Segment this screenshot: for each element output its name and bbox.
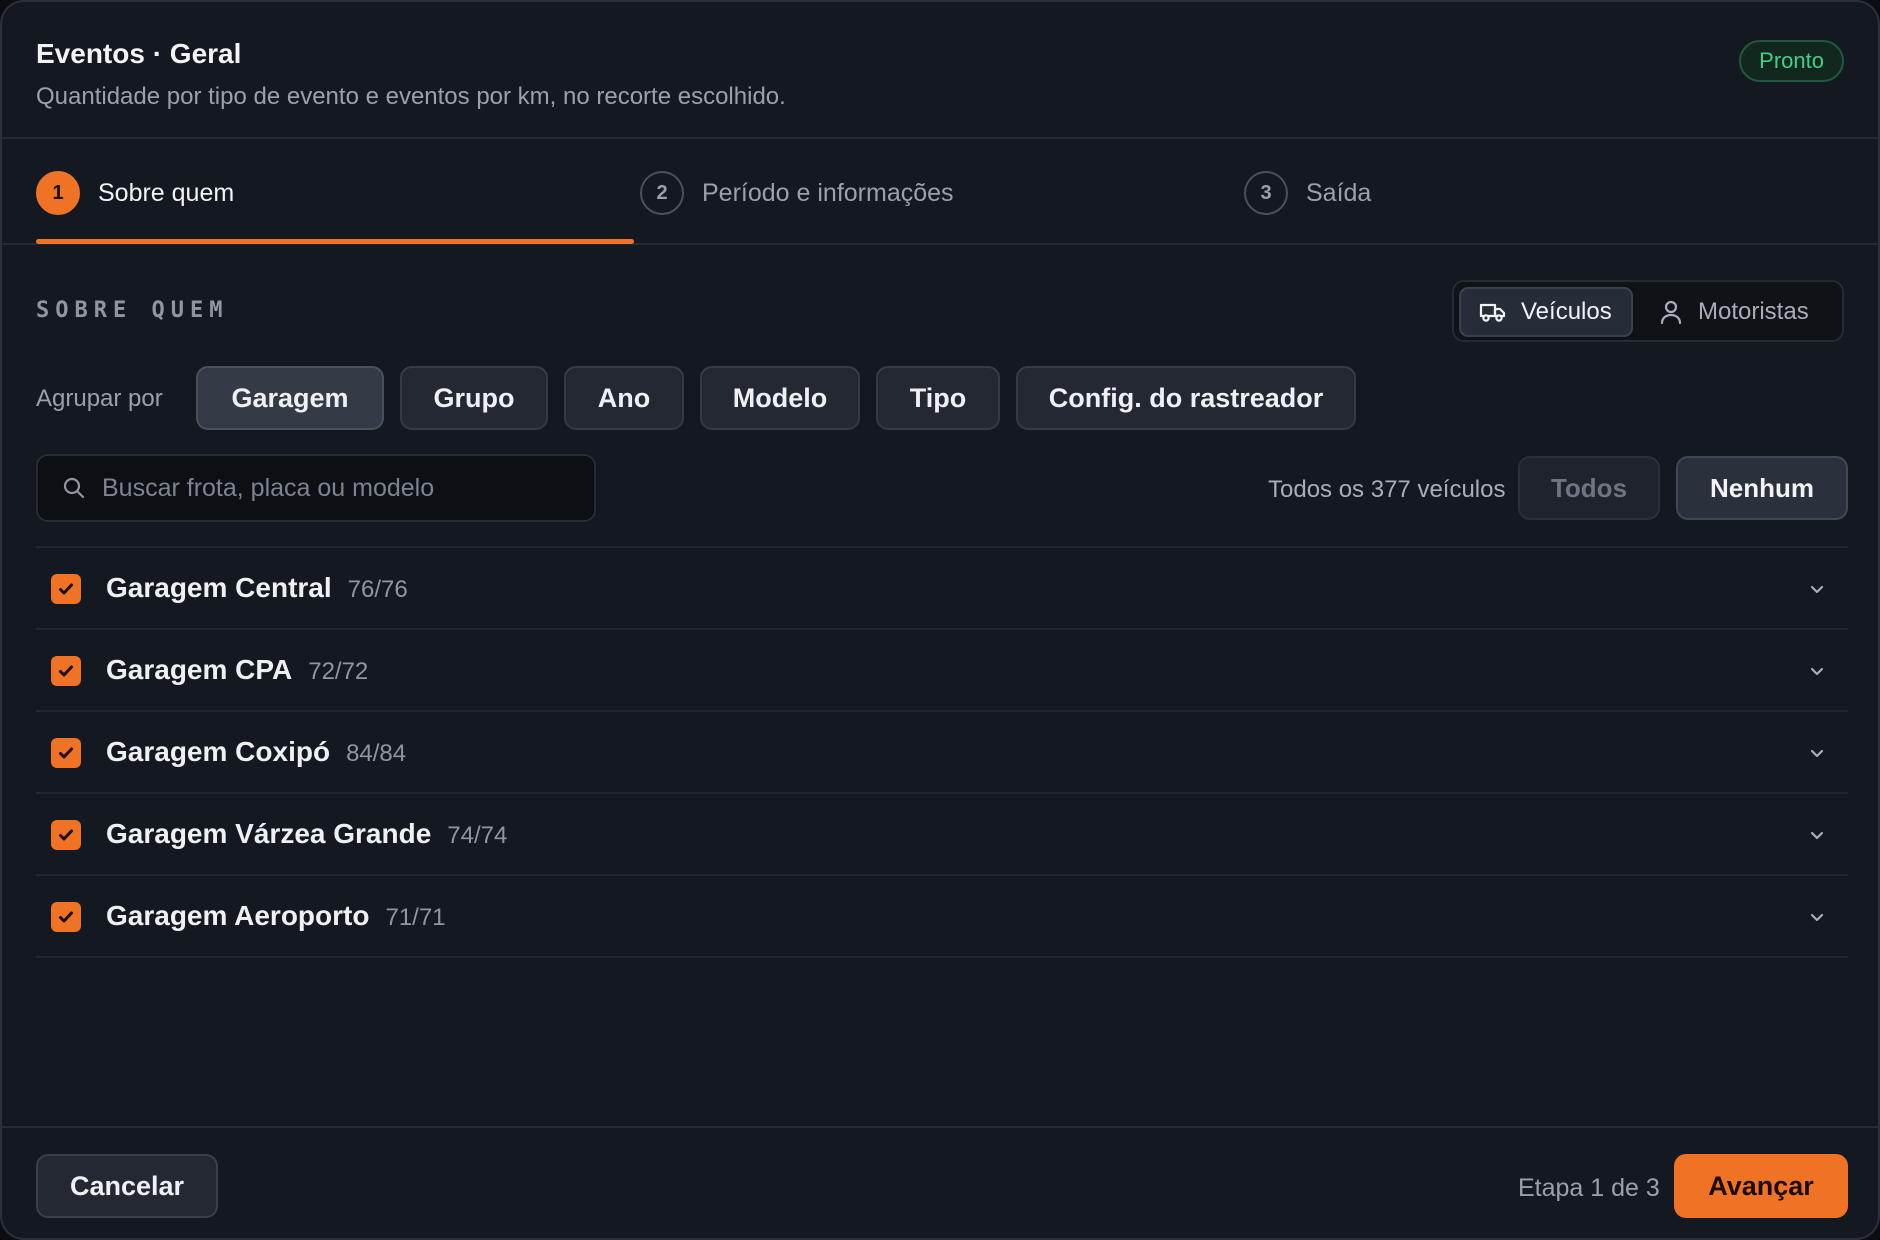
selection-summary: Todos os 377 veículos [1268,476,1506,503]
toggle-veiculos-label: Veículos [1521,298,1612,325]
active-step-indicator [36,239,634,244]
check-icon [59,583,73,595]
group-count: 84/84 [346,740,407,767]
step-progress-text: Etapa 1 de 3 [1518,1174,1660,1202]
step-label: Sobre quem [98,178,235,207]
list-item[interactable]: Garagem Várzea Grande 74/74 [36,794,1848,876]
chevron-down-icon[interactable] [1808,744,1826,762]
group-count: 71/71 [385,904,446,931]
group-by-grupo[interactable]: Grupo [400,366,548,430]
step-periodo-informacoes[interactable]: 2 Período e informações [640,171,954,215]
group-name-text: Garagem CPA [106,654,293,685]
entity-toggle: Veículos Motoristas [1452,280,1844,342]
group-name: Garagem CPA 72/72 [106,654,368,686]
group-name: Garagem Várzea Grande 74/74 [106,818,507,850]
step-label: Saída [1306,178,1372,207]
modal-header: Eventos · Geral Quantidade por tipo de e… [2,2,1878,139]
group-by-label: Agrupar por [36,385,163,412]
group-count: 74/74 [447,822,508,849]
group-list: Garagem Central 76/76 Garagem CPA 72/72 Ga… [36,546,1848,958]
checkbox-checked[interactable] [51,902,81,932]
group-name-text: Garagem Várzea Grande [106,818,432,849]
checkbox-checked[interactable] [51,574,81,604]
group-by-garagem[interactable]: Garagem [196,366,384,430]
group-name-text: Garagem Coxipó [106,736,331,767]
select-all-button[interactable]: Todos [1518,456,1660,520]
chevron-down-icon[interactable] [1808,826,1826,844]
search-icon [63,477,85,499]
group-by-ano[interactable]: Ano [564,366,684,430]
group-by-modelo[interactable]: Modelo [700,366,860,430]
group-name: Garagem Central 76/76 [106,572,408,604]
search-box [36,454,596,522]
step-number: 2 [640,171,684,215]
section-title: SOBRE QUEM [36,298,229,323]
check-icon [59,747,73,759]
cancel-button[interactable]: Cancelar [36,1154,218,1218]
status-badge: Pronto [1739,40,1844,82]
step-label: Período e informações [702,178,954,207]
toggle-veiculos[interactable]: Veículos [1459,287,1633,337]
group-name-text: Garagem Aeroporto [106,900,370,931]
checkbox-checked[interactable] [51,738,81,768]
search-input[interactable] [102,473,562,503]
group-name: Garagem Coxipó 84/84 [106,736,406,768]
report-wizard-modal: Eventos · Geral Quantidade por tipo de e… [0,0,1880,1240]
check-icon [59,911,73,923]
list-item[interactable]: Garagem Central 76/76 [36,548,1848,630]
step-number: 3 [1244,171,1288,215]
step-sobre-quem[interactable]: 1 Sobre quem [36,171,234,215]
modal-title: Eventos · Geral [36,38,242,69]
person-icon [1660,300,1682,325]
list-item[interactable]: Garagem Aeroporto 71/71 [36,876,1848,958]
group-name-text: Garagem Central [106,572,332,603]
next-button[interactable]: Avançar [1674,1154,1848,1218]
chevron-down-icon[interactable] [1808,662,1826,680]
toggle-motoristas[interactable]: Motoristas [1646,287,1836,337]
stepper: 1 Sobre quem 2 Período e informações 3 S… [2,139,1878,245]
chevron-down-icon[interactable] [1808,580,1826,598]
group-count: 76/76 [347,576,408,603]
group-by-tipo[interactable]: Tipo [876,366,1000,430]
group-count: 72/72 [308,658,369,685]
modal-subtitle: Quantidade por tipo de evento e eventos … [36,83,786,110]
list-item[interactable]: Garagem Coxipó 84/84 [36,712,1848,794]
step-number: 1 [36,171,80,215]
chevron-down-icon[interactable] [1808,908,1826,926]
check-icon [59,665,73,677]
checkbox-checked[interactable] [51,656,81,686]
modal-footer: Cancelar Etapa 1 de 3 Avançar [2,1126,1878,1238]
toggle-motoristas-label: Motoristas [1698,298,1809,325]
step-saida[interactable]: 3 Saída [1244,171,1371,215]
select-none-button[interactable]: Nenhum [1676,456,1848,520]
group-name: Garagem Aeroporto 71/71 [106,900,446,932]
checkbox-checked[interactable] [51,820,81,850]
group-by-config-rastreador[interactable]: Config. do rastreador [1016,366,1356,430]
check-icon [59,829,73,841]
truck-icon [1479,303,1506,322]
list-item[interactable]: Garagem CPA 72/72 [36,630,1848,712]
